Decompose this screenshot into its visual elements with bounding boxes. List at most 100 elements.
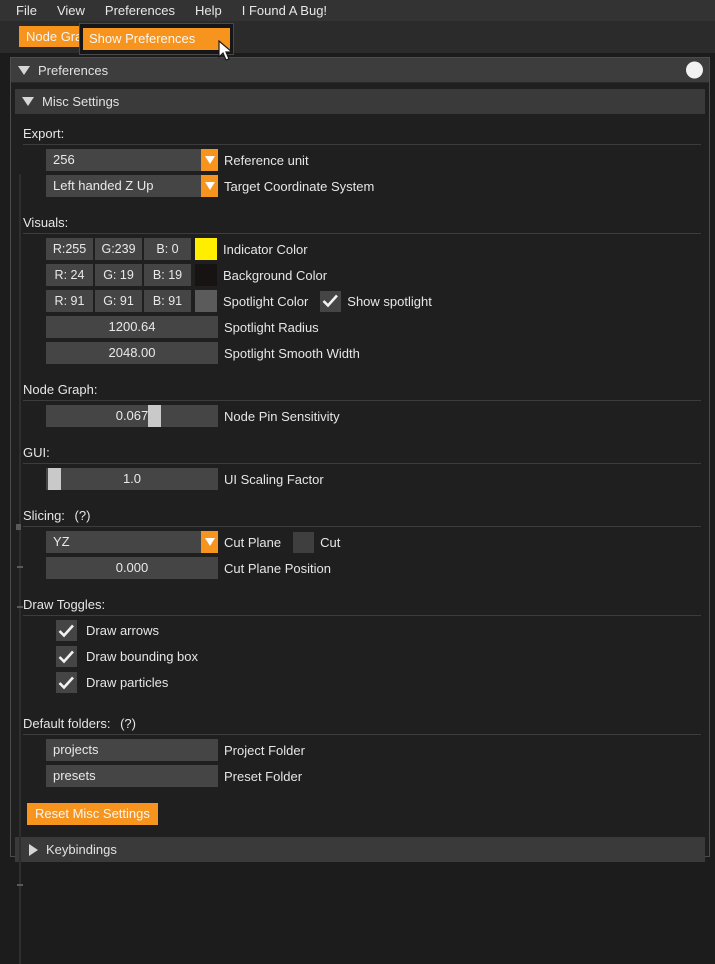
chevron-down-icon[interactable] — [22, 97, 34, 106]
check-icon — [58, 650, 74, 663]
check-icon — [322, 294, 339, 308]
reference-unit-value[interactable]: 256 — [46, 149, 201, 171]
group-gui: GUI: 1.0 UI Scaling Factor — [15, 433, 705, 496]
ui-scaling-factor-slider[interactable]: 1.0 — [46, 468, 218, 490]
spotlight-color-b[interactable]: B: 91 — [144, 290, 191, 312]
ui-scaling-factor-value: 1.0 — [122, 471, 142, 486]
menu-help[interactable]: Help — [185, 0, 232, 21]
row-draw-arrows: Draw arrows — [15, 620, 705, 641]
background-color-r[interactable]: R: 24 — [46, 264, 93, 286]
preset-folder-input[interactable]: presets — [46, 765, 218, 787]
menu-file[interactable]: File — [6, 0, 47, 21]
show-spotlight-checkbox[interactable] — [320, 290, 342, 312]
spotlight-color-g[interactable]: G: 91 — [95, 290, 142, 312]
panel-scroll-rail[interactable] — [19, 174, 21, 964]
check-icon — [58, 676, 74, 689]
group-visuals: Visuals: R:255 G:239 B: 0 Indicator Colo… — [15, 203, 705, 370]
draw-arrows-checkbox[interactable] — [56, 620, 77, 641]
spotlight-radius-label: Spotlight Radius — [224, 319, 319, 335]
row-target-coordinate-system: Left handed Z Up Target Coordinate Syste… — [15, 175, 705, 197]
background-color-b[interactable]: B: 19 — [144, 264, 191, 286]
page-title: Preferences — [38, 62, 109, 78]
background-color-g[interactable]: G: 19 — [95, 264, 142, 286]
node-pin-sensitivity-label: Node Pin Sensitivity — [224, 408, 340, 424]
row-indicator-color: R:255 G:239 B: 0 Indicator Color — [15, 238, 705, 260]
group-slicing: Slicing: (?) YZ Cut Plane Cut 0.000 Cut … — [15, 496, 705, 585]
preferences-panel-header[interactable]: Preferences — [11, 58, 709, 83]
spotlight-color-swatch[interactable] — [195, 290, 217, 312]
panel-toggle-circle-button[interactable] — [686, 61, 703, 79]
preset-folder-label: Preset Folder — [224, 768, 303, 784]
cut-plane-position-slider[interactable]: 0.000 — [46, 557, 218, 579]
keybindings-header[interactable]: Keybindings — [15, 837, 705, 862]
indicator-color-b[interactable]: B: 0 — [144, 238, 191, 260]
slider-handle[interactable] — [147, 405, 161, 427]
target-coordinate-system-dropdown[interactable]: Left handed Z Up — [46, 175, 218, 197]
spotlight-smooth-width-slider[interactable]: 2048.00 — [46, 342, 218, 364]
spotlight-radius-slider[interactable]: 1200.64 — [46, 316, 218, 338]
target-coordinate-system-value[interactable]: Left handed Z Up — [46, 175, 201, 197]
background-color-swatch[interactable] — [195, 264, 217, 286]
chevron-down-icon[interactable] — [18, 65, 30, 75]
spotlight-smooth-width-label: Spotlight Smooth Width — [224, 345, 360, 361]
spotlight-smooth-width-value: 2048.00 — [108, 345, 156, 360]
row-project-folder: projects Project Folder — [15, 739, 705, 761]
menu-view[interactable]: View — [47, 0, 95, 21]
rail-tick — [17, 884, 23, 886]
row-ui-scaling-factor: 1.0 UI Scaling Factor — [15, 468, 705, 490]
rail-marker — [16, 524, 21, 530]
chevron-down-icon[interactable] — [201, 175, 218, 197]
group-export: Export: 256 Reference unit Left handed Z… — [15, 114, 705, 203]
row-node-pin-sensitivity: 0.067 Node Pin Sensitivity — [15, 405, 705, 427]
spotlight-color-label: Spotlight Color — [223, 293, 309, 309]
draw-bounding-box-checkbox[interactable] — [56, 646, 77, 667]
reset-misc-settings-button[interactable]: Reset Misc Settings — [27, 803, 158, 825]
row-spotlight-radius: 1200.64 Spotlight Radius — [15, 316, 705, 338]
preferences-panel: Preferences Misc Settings Export: 256 Re… — [10, 57, 710, 964]
row-draw-particles: Draw particles — [15, 672, 705, 693]
help-icon[interactable]: (?) — [120, 716, 136, 731]
row-cut-plane-position: 0.000 Cut Plane Position — [15, 557, 705, 579]
misc-settings-body: Export: 256 Reference unit Left handed Z… — [11, 114, 709, 964]
row-reference-unit: 256 Reference unit — [15, 149, 705, 171]
menu-item-show-preferences[interactable]: Show Preferences — [83, 28, 230, 50]
slicing-label-text: Slicing: — [23, 508, 65, 523]
chevron-down-icon[interactable] — [201, 531, 218, 553]
chevron-right-icon[interactable] — [29, 843, 38, 856]
indicator-color-r[interactable]: R:255 — [46, 238, 93, 260]
misc-settings-label: Misc Settings — [42, 94, 120, 109]
show-spotlight-label: Show spotlight — [347, 293, 432, 309]
indicator-color-swatch[interactable] — [195, 238, 217, 260]
check-icon — [58, 624, 74, 637]
draw-particles-checkbox[interactable] — [56, 672, 77, 693]
chevron-down-icon[interactable] — [201, 149, 218, 171]
cut-plane-value[interactable]: YZ — [46, 531, 201, 553]
menu-preferences[interactable]: Preferences — [95, 0, 185, 21]
ui-scaling-factor-label: UI Scaling Factor — [224, 471, 324, 487]
rail-tick — [17, 606, 23, 608]
group-node-graph: Node Graph: 0.067 Node Pin Sensitivity — [15, 370, 705, 433]
cut-label: Cut — [320, 534, 341, 550]
project-folder-input[interactable]: projects — [46, 739, 218, 761]
indicator-color-g[interactable]: G:239 — [95, 238, 142, 260]
misc-settings-header[interactable]: Misc Settings — [15, 89, 705, 114]
menu-i-found-a-bug[interactable]: I Found A Bug! — [232, 0, 337, 21]
cut-plane-label: Cut Plane — [224, 534, 282, 550]
slider-handle[interactable] — [47, 468, 61, 490]
row-spotlight-smooth-width: 2048.00 Spotlight Smooth Width — [15, 342, 705, 364]
reference-unit-dropdown[interactable]: 256 — [46, 149, 218, 171]
group-label-slicing: Slicing: (?) — [15, 508, 705, 526]
draw-particles-label: Draw particles — [86, 675, 169, 690]
cut-checkbox[interactable] — [293, 531, 315, 553]
cut-plane-dropdown[interactable]: YZ — [46, 531, 218, 553]
group-label-draw-toggles: Draw Toggles: — [23, 597, 106, 612]
row-background-color: R: 24 G: 19 B: 19 Background Color — [15, 264, 705, 286]
node-pin-sensitivity-value: 0.067 — [115, 408, 149, 423]
row-preset-folder: presets Preset Folder — [15, 765, 705, 787]
spotlight-color-r[interactable]: R: 91 — [46, 290, 93, 312]
help-icon[interactable]: (?) — [75, 508, 91, 523]
background-color-label: Background Color — [223, 267, 328, 283]
node-pin-sensitivity-slider[interactable]: 0.067 — [46, 405, 218, 427]
group-label-node-graph: Node Graph: — [23, 382, 98, 397]
cut-plane-position-value: 0.000 — [115, 560, 149, 575]
